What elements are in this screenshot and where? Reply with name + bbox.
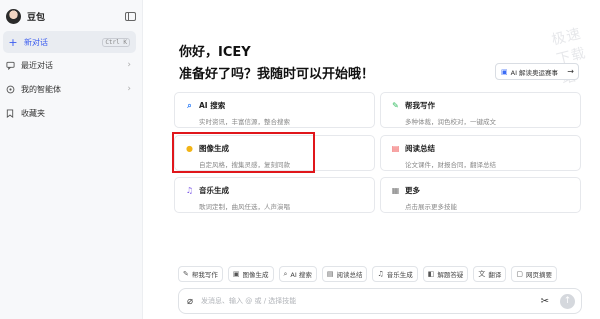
sidebar-item-label: 最近对话	[21, 60, 53, 70]
skill-card-more[interactable]: ▦ 更多 点击展示更多技能	[380, 177, 581, 213]
chat-icon	[5, 60, 15, 70]
chip-label: 解题答疑	[437, 271, 464, 279]
card-title: 阅读总结	[405, 144, 435, 153]
chip-label: AI 搜索	[290, 271, 312, 279]
chip-translate[interactable]: 文翻译	[473, 266, 507, 282]
chip-image-gen[interactable]: ▣ 图像生成	[227, 266, 274, 282]
chip-solve[interactable]: ◧ 解题答疑	[422, 266, 469, 282]
sidebar-collapse-icon[interactable]	[125, 11, 136, 21]
search-icon: ⌕	[187, 100, 192, 110]
card-title: 更多	[405, 186, 420, 195]
question-icon: ◧	[427, 270, 435, 278]
chip-label: 阅读总结	[336, 271, 363, 279]
quick-skill-bar: ✎ 帮我写作 ▣ 图像生成 ⌕ AI 搜索 ▤ 阅读总结 ♫ 音乐生成 ◧ 解题答疑 文翻译…	[178, 266, 558, 282]
chip-reading[interactable]: ▤ 阅读总结	[321, 266, 368, 282]
chip-label: 帮我写作	[191, 271, 218, 279]
sidebar-item-label: 新对话	[24, 37, 48, 47]
sidebar-item-label: 我的智能体	[21, 84, 61, 94]
reader-icon: ▤	[326, 270, 334, 278]
search-icon: ⌕	[283, 269, 288, 278]
message-input-placeholder[interactable]: 发消息、输入 @ 或 / 选择技能	[201, 296, 296, 306]
card-desc: 实时资讯，丰富信源，整合搜索	[199, 118, 290, 126]
pen-icon: ✎	[183, 270, 189, 278]
avatar[interactable]	[6, 8, 21, 24]
chip-ai-search[interactable]: ⌕ AI 搜索	[278, 266, 317, 282]
chevron-right-icon: ›	[127, 84, 131, 94]
web-icon: ▢	[516, 270, 524, 278]
chip-label: 图像生成	[242, 271, 269, 279]
sidebar-item-recent[interactable]: 最近对话 ›	[0, 54, 143, 76]
sidebar-item-new-chat[interactable]: + 新对话 Ctrl K	[3, 31, 136, 53]
pen-icon: ✎	[392, 101, 399, 110]
music-icon: ♫	[377, 270, 384, 278]
grid-icon: ▦	[391, 186, 400, 195]
promo-label: AI 解读奥运赛事	[510, 68, 559, 77]
chip-music[interactable]: ♫ 音乐生成	[372, 266, 418, 282]
chip-writing[interactable]: ✎ 帮我写作	[178, 266, 223, 282]
skill-card-writing[interactable]: ✎ 帮我写作 多种体裁，润色校对，一键成文	[380, 92, 581, 128]
arrow-right-icon: →	[567, 67, 574, 76]
skill-card-ai-search[interactable]: ⌕ AI 搜索 实时资讯，丰富信源，整合搜索	[174, 92, 375, 128]
headline: 准备好了吗？我随时可以开始哦！	[179, 67, 375, 82]
sidebar-header: 豆包	[6, 7, 136, 25]
greeting: 你好，ICEY	[179, 45, 251, 60]
ai-badge-icon: ▣	[501, 67, 508, 76]
card-title: AI 搜索	[199, 101, 226, 110]
music-icon: ♫	[185, 186, 194, 195]
agent-icon	[5, 84, 15, 94]
chip-web-summary[interactable]: ▢ 网页摘要	[511, 266, 558, 282]
card-title: 音乐生成	[199, 186, 229, 195]
chip-label: 翻译	[488, 271, 502, 279]
shortcut-badge: Ctrl K	[102, 37, 130, 47]
skill-card-music[interactable]: ♫ 音乐生成 歌词定制，曲风任选，人声演唱	[174, 177, 375, 213]
card-desc: 点击展示更多技能	[405, 203, 457, 211]
message-input-box[interactable]: ⌀ 发消息、输入 @ 或 / 选择技能 ✂ ↑	[178, 288, 582, 314]
scissors-icon[interactable]: ✂	[541, 296, 549, 307]
card-desc: 歌词定制，曲风任选，人声演唱	[199, 203, 290, 211]
card-desc: 多种体裁，润色校对，一键成文	[405, 118, 496, 126]
app-name: 豆包	[27, 12, 46, 23]
promo-button[interactable]: ▣ AI 解读奥运赛事 →	[495, 63, 579, 80]
chip-label: 音乐生成	[386, 271, 413, 279]
chevron-right-icon: ›	[127, 60, 131, 70]
image-icon: ▣	[232, 270, 240, 278]
card-title: 帮我写作	[405, 101, 435, 110]
sidebar-item-favorites[interactable]: 收藏夹	[0, 102, 143, 124]
highlight-box	[172, 132, 315, 173]
bookmark-icon	[5, 108, 15, 118]
plus-icon: +	[8, 35, 18, 49]
translate-icon: 文	[478, 270, 486, 278]
card-desc: 论文课件，财报合同，翻译总结	[405, 161, 496, 169]
sidebar-item-agents[interactable]: 我的智能体 ›	[0, 78, 143, 100]
skill-card-reading[interactable]: ▤ 阅读总结 论文课件，财报合同，翻译总结	[380, 135, 581, 171]
chip-label: 网页摘要	[526, 271, 553, 279]
paperclip-icon[interactable]: ⌀	[187, 296, 193, 307]
reader-icon: ▤	[391, 144, 400, 153]
send-button[interactable]: ↑	[560, 293, 575, 309]
sidebar: 豆包 + 新对话 Ctrl K 最近对话 › 我的智能体 › 收藏夹	[0, 0, 143, 319]
sidebar-item-label: 收藏夹	[21, 108, 45, 118]
